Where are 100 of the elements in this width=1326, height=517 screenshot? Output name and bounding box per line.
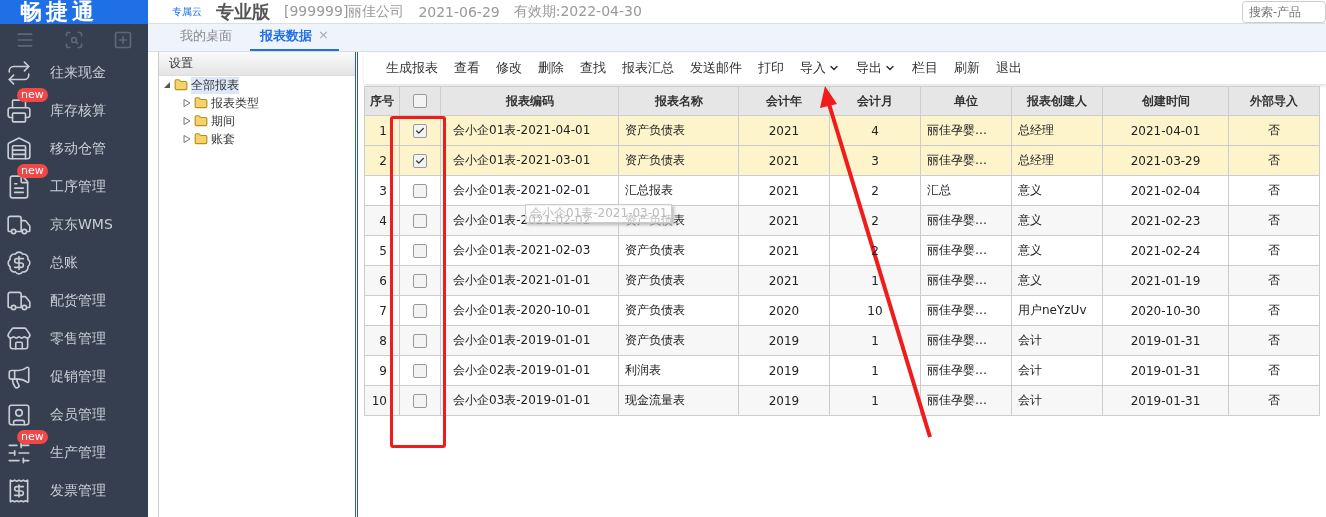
table-cell: 8 (364, 325, 400, 356)
search-field[interactable]: 搜索-产品 (1242, 0, 1326, 23)
toolbar-button[interactable]: 刷新 (946, 59, 988, 77)
table-cell: 意义 (1011, 175, 1103, 206)
sidebar-item[interactable]: 发票管理 (0, 472, 148, 510)
sidebar-item[interactable]: 配货管理 (0, 282, 148, 320)
folder-icon (194, 96, 208, 110)
table-cell: 丽佳孕婴… (920, 115, 1012, 146)
toolbar-button[interactable]: 查看 (446, 59, 488, 77)
folder-icon (194, 114, 208, 128)
column-header: 会计月 (829, 86, 921, 116)
table-cell: 否 (1228, 175, 1320, 206)
toolbar-button[interactable]: 打印 (750, 59, 792, 77)
table-cell: 会小企03表-2019-01-01 (440, 385, 619, 416)
sidebar-item[interactable]: 促销管理 (0, 358, 148, 396)
add-icon[interactable] (113, 30, 134, 50)
table-cell: 2020-10-30 (1102, 295, 1229, 326)
search-icon[interactable] (64, 30, 84, 50)
table-cell: 丽佳孕婴… (920, 355, 1012, 386)
tree-item[interactable]: 报表类型 (211, 94, 259, 112)
toolbar-button[interactable]: 退出 (988, 59, 1030, 77)
table-cell: 1 (829, 355, 921, 386)
company-name: [999999]丽佳公司 (284, 2, 405, 21)
checkbox[interactable] (413, 183, 427, 198)
table-cell: 2021-02-23 (1102, 205, 1229, 236)
table-cell: 1 (364, 115, 400, 146)
checkbox[interactable] (413, 363, 427, 378)
table-cell: 2021 (738, 235, 830, 266)
table-cell: 会计 (1011, 325, 1103, 356)
table-cell: 2019 (738, 355, 830, 386)
table-cell: 资产负债表 (618, 295, 739, 326)
table-cell: 2021 (738, 145, 830, 176)
column-header: 会计年 (738, 86, 830, 116)
checkbox[interactable] (413, 94, 427, 109)
toolbar-button[interactable]: 生成报表 (378, 59, 446, 77)
column-header: 报表编码 (440, 86, 619, 116)
table-cell: 2021-01-19 (1102, 265, 1229, 296)
toolbar-button[interactable]: 发送邮件 (682, 59, 750, 77)
sidebar-label: 移动仓管 (50, 140, 106, 158)
checkbox[interactable] (413, 213, 427, 228)
table-cell: 10 (829, 295, 921, 326)
tree-item[interactable]: 账套 (211, 130, 235, 148)
collapse-icon[interactable] (163, 81, 171, 89)
table-cell: 2021 (738, 115, 830, 146)
validity: 有效期:2022-04-30 (513, 2, 642, 21)
table-cell: 1 (829, 265, 921, 296)
expand-icon[interactable] (183, 99, 191, 107)
table-cell: 3 (364, 175, 400, 206)
tree-item[interactable]: 全部报表 (191, 76, 239, 94)
table-cell: 2019 (738, 385, 830, 416)
user-icon (6, 402, 32, 428)
table-cell: 用户neYzUv (1011, 295, 1103, 326)
column-header: 创建时间 (1102, 86, 1229, 116)
table-cell: 9 (364, 355, 400, 386)
checkbox[interactable] (413, 123, 427, 138)
expand-icon[interactable] (183, 117, 191, 125)
table-cell: 4 (829, 115, 921, 146)
sidebar-item[interactable]: 总账 (0, 244, 148, 282)
toolbar-button[interactable]: 查找 (572, 59, 614, 77)
table-cell: 2019-01-31 (1102, 325, 1229, 356)
table-cell: 2021-02-24 (1102, 235, 1229, 266)
table-cell: 4 (364, 205, 400, 236)
printer-icon (6, 98, 32, 124)
table-cell: 利润表 (618, 355, 739, 386)
table-cell: 会计 (1011, 385, 1103, 416)
table-cell: 会小企01表-2020-10-01 (440, 295, 619, 326)
checkbox[interactable] (413, 243, 427, 258)
table-cell: 2021-02-04 (1102, 175, 1229, 206)
checkbox[interactable] (413, 273, 427, 288)
checkbox[interactable] (413, 333, 427, 348)
new-badge: new (17, 88, 48, 102)
table-cell: 2020 (738, 295, 830, 326)
toolbar-button[interactable]: 修改 (488, 59, 530, 77)
toolbar-button[interactable]: 导出 (848, 59, 904, 77)
sidebar-label: 工序管理 (50, 178, 106, 196)
toolbar-button[interactable]: 报表汇总 (614, 59, 682, 77)
column-header: 报表创建人 (1011, 86, 1103, 116)
toolbar-button[interactable]: 栏目 (904, 59, 946, 77)
expand-icon[interactable] (183, 135, 191, 143)
table-cell: 7 (364, 295, 400, 326)
table-cell: 丽佳孕婴… (920, 295, 1012, 326)
sidebar-item[interactable]: 零售管理 (0, 320, 148, 358)
table-cell: 2019 (738, 325, 830, 356)
table-cell: 资产负债表 (618, 115, 739, 146)
checkbox[interactable] (413, 153, 427, 168)
table-cell: 丽佳孕婴… (920, 145, 1012, 176)
toolbar-button[interactable]: 删除 (530, 59, 572, 77)
tree-item[interactable]: 期间 (211, 112, 235, 130)
table-cell: 资产负债表 (618, 265, 739, 296)
sidebar-label: 会员管理 (50, 406, 106, 424)
checkmark-icon (415, 125, 425, 136)
table-cell: 2021 (738, 205, 830, 236)
sidebar-item[interactable]: 京东WMS (0, 206, 148, 244)
checkbox[interactable] (413, 393, 427, 408)
table-cell: 2019-01-31 (1102, 355, 1229, 386)
table-cell: 总经理 (1011, 115, 1103, 146)
checkbox[interactable] (413, 303, 427, 318)
toolbar-button[interactable]: 导入 (792, 59, 848, 77)
table-cell: 否 (1228, 295, 1320, 326)
table-cell: 否 (1228, 325, 1320, 356)
